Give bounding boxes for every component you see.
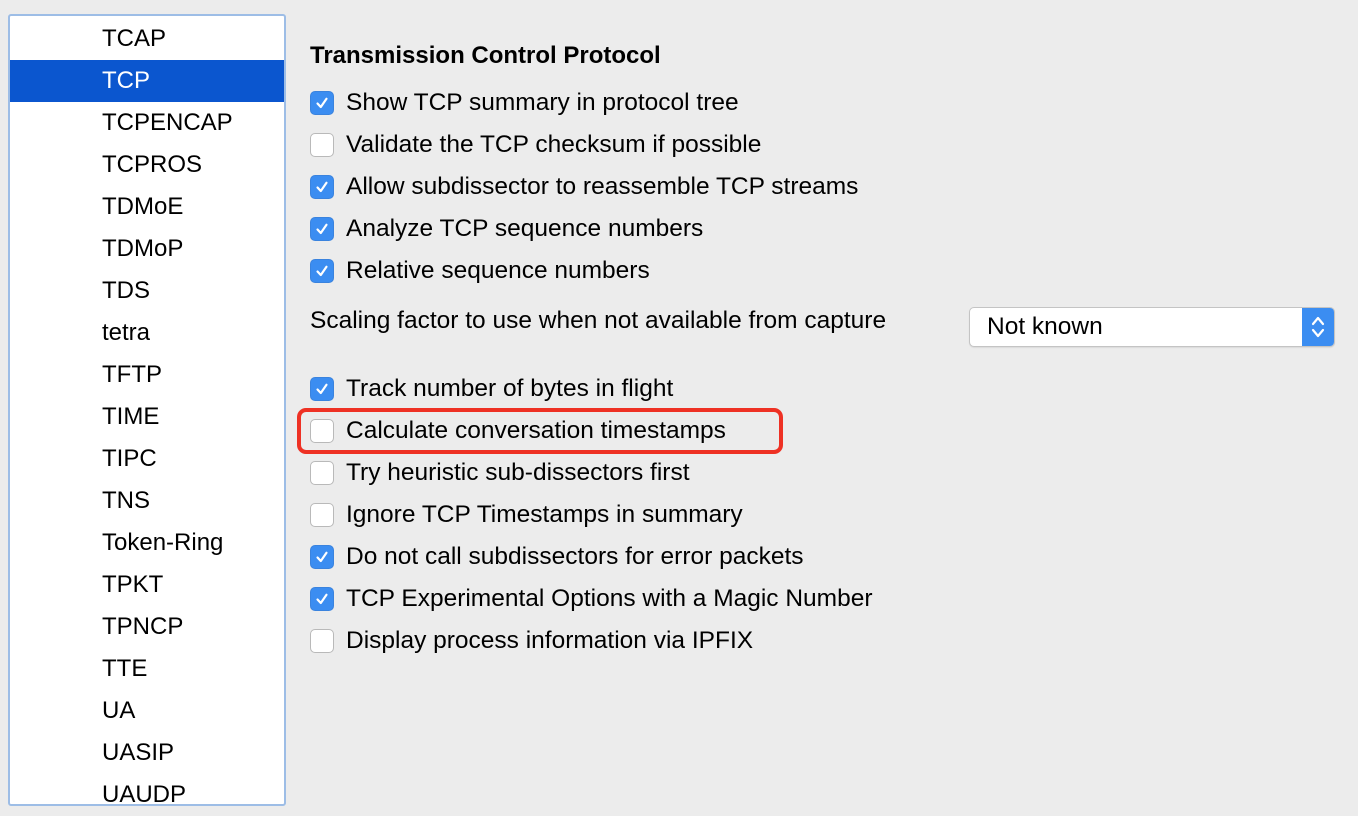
option-label: Analyze TCP sequence numbers	[346, 215, 704, 242]
protocol-list-item[interactable]: TIPC	[10, 438, 284, 480]
protocol-list-item[interactable]: TTE	[10, 648, 284, 690]
option-label: Validate the TCP checksum if possible	[346, 131, 762, 158]
protocol-list-item[interactable]: TPKT	[10, 564, 284, 606]
scaling-factor-select[interactable]: Not known	[969, 307, 1335, 347]
checkmark-icon	[316, 593, 328, 605]
checkbox-checked[interactable]	[310, 545, 334, 569]
checkbox-unchecked[interactable]	[310, 503, 334, 527]
scaling-factor-row: Scaling factor to use when not available…	[310, 307, 1335, 347]
option-row[interactable]: Ignore TCP Timestamps in summary	[310, 500, 743, 530]
checkbox-checked[interactable]	[310, 587, 334, 611]
scaling-factor-label: Scaling factor to use when not available…	[310, 307, 887, 334]
option-row[interactable]: Track number of bytes in flight	[310, 374, 673, 404]
option-label: Ignore TCP Timestamps in summary	[346, 501, 743, 528]
checkmark-icon	[316, 551, 328, 563]
checkbox-checked[interactable]	[310, 175, 334, 199]
protocol-list-item[interactable]: TCPENCAP	[10, 102, 284, 144]
option-row[interactable]: Calculate conversation timestamps	[310, 416, 726, 446]
option-row[interactable]: Allow subdissector to reassemble TCP str…	[310, 172, 858, 202]
protocol-list-item[interactable]: TNS	[10, 480, 284, 522]
checkmark-icon	[316, 223, 328, 235]
checkbox-checked[interactable]	[310, 377, 334, 401]
protocol-list-item[interactable]: TCPROS	[10, 144, 284, 186]
checkmark-icon	[316, 97, 328, 109]
protocol-list-item[interactable]: UAUDP	[10, 774, 284, 804]
protocol-list-item[interactable]: TIME	[10, 396, 284, 438]
option-row[interactable]: Show TCP summary in protocol tree	[310, 88, 739, 118]
option-row[interactable]: Validate the TCP checksum if possible	[310, 130, 761, 160]
option-row[interactable]: TCP Experimental Options with a Magic Nu…	[310, 584, 873, 614]
protocol-list-item[interactable]: TCAP	[10, 18, 284, 60]
protocol-list-item[interactable]: Token-Ring	[10, 522, 284, 564]
option-row[interactable]: Display process information via IPFIX	[310, 626, 753, 656]
protocol-list-item[interactable]: TCP	[10, 60, 284, 102]
protocol-list[interactable]: TCAP TCP TCPENCAP TCPROS TDMoE TDMoP TDS tetra T…	[8, 14, 286, 806]
checkmark-icon	[316, 383, 328, 395]
checkmark-icon	[316, 181, 328, 193]
option-label: Try heuristic sub-dissectors first	[346, 459, 690, 486]
protocol-list-item[interactable]: TDMoE	[10, 186, 284, 228]
option-label: Track number of bytes in flight	[346, 375, 674, 402]
checkbox-unchecked[interactable]	[310, 629, 334, 653]
option-label: Do not call subdissectors for error pack…	[346, 543, 804, 570]
protocol-list-item[interactable]: TDMoP	[10, 228, 284, 270]
option-label: TCP Experimental Options with a Magic Nu…	[346, 585, 873, 612]
option-row[interactable]: Relative sequence numbers	[310, 256, 650, 286]
checkbox-checked[interactable]	[310, 259, 334, 283]
protocol-list-item[interactable]: TFTP	[10, 354, 284, 396]
option-label: Display process information via IPFIX	[346, 627, 754, 654]
protocol-list-item[interactable]: UA	[10, 690, 284, 732]
protocol-list-item[interactable]: TPNCP	[10, 606, 284, 648]
option-label: Calculate conversation timestamps	[346, 417, 726, 444]
option-label: Relative sequence numbers	[346, 257, 650, 284]
stepper-chevrons-icon	[1302, 308, 1334, 346]
checkbox-unchecked[interactable]	[310, 419, 334, 443]
protocol-list-item[interactable]: TDS	[10, 270, 284, 312]
option-row[interactable]: Do not call subdissectors for error pack…	[310, 542, 804, 572]
checkbox-checked[interactable]	[310, 91, 334, 115]
protocol-list-item[interactable]: tetra	[10, 312, 284, 354]
option-label: Show TCP summary in protocol tree	[346, 89, 739, 116]
section-title: Transmission Control Protocol	[310, 42, 661, 69]
checkbox-checked[interactable]	[310, 217, 334, 241]
checkbox-unchecked[interactable]	[310, 461, 334, 485]
scaling-factor-value: Not known	[987, 313, 1103, 340]
checkmark-icon	[316, 265, 328, 277]
protocol-list-item[interactable]: UASIP	[10, 732, 284, 774]
option-label: Allow subdissector to reassemble TCP str…	[346, 173, 859, 200]
option-row[interactable]: Try heuristic sub-dissectors first	[310, 458, 690, 488]
option-row[interactable]: Analyze TCP sequence numbers	[310, 214, 703, 244]
checkbox-unchecked[interactable]	[310, 133, 334, 157]
